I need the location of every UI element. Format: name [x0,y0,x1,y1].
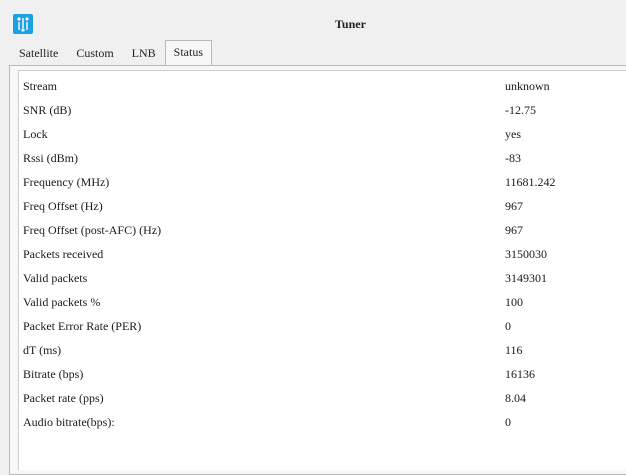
status-label: Rssi (dBm) [23,151,79,165]
status-row: Rssi (dBm) -83 [19,147,626,171]
tab-lnb[interactable]: LNB [123,41,165,64]
status-label: Packet Error Rate (PER) [23,319,142,333]
status-table: Stream unknown SNR (dB) -12.75 Lock yes … [18,70,626,470]
status-value: 967 [505,199,523,213]
window-title: Tuner [335,17,366,31]
status-label: Frequency (MHz) [23,175,110,189]
status-label: Bitrate (bps) [23,367,84,381]
status-value: 16136 [505,367,535,381]
status-label: Audio bitrate(bps): [23,415,115,429]
status-label: Freq Offset (post-AFC) (Hz) [23,223,162,237]
status-row: dT (ms) 116 [19,339,626,363]
status-value: 3149301 [505,271,547,285]
status-row: Valid packets % 100 [19,291,626,315]
status-row: Packet rate (pps) 8.04 [19,387,626,411]
status-row: Frequency (MHz) 11681.242 [19,171,626,195]
status-row: Valid packets 3149301 [19,267,626,291]
status-value: 116 [505,343,523,357]
status-label: Freq Offset (Hz) [23,199,103,213]
status-row: Lock yes [19,123,626,147]
status-label: Lock [23,127,48,141]
status-row: Stream unknown [19,75,626,99]
status-value: 8.04 [505,391,526,405]
status-value: 0 [505,319,511,333]
status-row: Freq Offset (post-AFC) (Hz) 967 [19,219,626,243]
status-row: SNR (dB) -12.75 [19,99,626,123]
status-row: Packets received 3150030 [19,243,626,267]
title-bar[interactable]: Tuner [0,0,626,40]
status-row: Packet Error Rate (PER) 0 [19,315,626,339]
status-value: -83 [505,151,521,165]
status-label: Valid packets [23,271,88,285]
tuner-window: Tuner Satellite Custom LNB Status Stream… [0,0,626,475]
tab-satellite[interactable]: Satellite [10,41,67,64]
status-label: SNR (dB) [23,103,72,117]
status-value: 0 [505,415,511,429]
status-label: Packet rate (pps) [23,391,104,405]
status-value: 967 [505,223,523,237]
status-row: Freq Offset (Hz) 967 [19,195,626,219]
tab-bar: Satellite Custom LNB Status [10,40,213,65]
status-label: Stream [23,79,57,93]
status-label: dT (ms) [23,343,62,357]
tab-status[interactable]: Status [164,40,213,65]
status-value: 100 [505,295,523,309]
status-value: 3150030 [505,247,547,261]
status-value: -12.75 [505,103,536,117]
tab-custom[interactable]: Custom [67,41,122,64]
status-row: Bitrate (bps) 16136 [19,363,626,387]
status-label: Valid packets % [23,295,101,309]
status-value: yes [505,127,521,141]
status-value: unknown [505,79,550,93]
status-label: Packets received [23,247,104,261]
status-value: 11681.242 [505,175,556,189]
status-row: Audio bitrate(bps): 0 [19,411,626,435]
